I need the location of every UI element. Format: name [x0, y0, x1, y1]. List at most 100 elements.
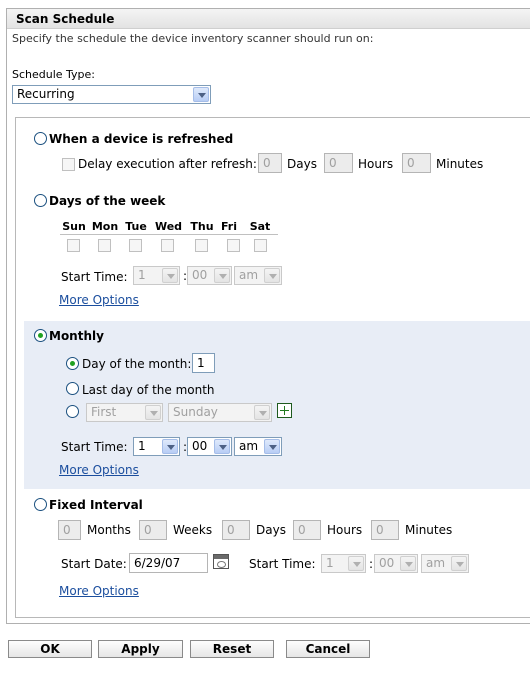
delay-execution-checkbox[interactable]	[62, 158, 75, 171]
monthly-ampm-value: am	[239, 439, 259, 453]
weekly-more-options-link[interactable]: More Options	[59, 293, 139, 307]
chevron-down-icon	[214, 268, 230, 283]
chevron-down-icon	[348, 556, 364, 571]
interval-minutes-input[interactable]: 0	[371, 520, 399, 540]
schedule-type-label: Schedule Type:	[12, 68, 96, 81]
day-header-tue: Tue	[125, 220, 147, 233]
monthly-ampm-select[interactable]: am	[234, 437, 282, 456]
day-header-mon: Mon	[91, 220, 119, 233]
interval-minute-value: 00	[379, 556, 395, 570]
monthly-minute-value: 00	[192, 439, 208, 453]
monthly-more-options-link[interactable]: More Options	[59, 463, 139, 477]
ordinal-select[interactable]: First	[86, 403, 163, 422]
ok-button[interactable]: OK	[8, 640, 92, 658]
chevron-down-icon	[145, 405, 161, 420]
chevron-down-icon	[162, 439, 178, 454]
schedule-type-select[interactable]: Recurring	[12, 85, 211, 104]
fixed-interval-label: Fixed Interval	[49, 498, 143, 512]
fixed-interval-radio[interactable]	[34, 498, 47, 511]
interval-hours-label: Hours	[327, 523, 363, 537]
chevron-down-icon	[264, 268, 280, 283]
interval-weeks-input[interactable]: 0	[139, 520, 167, 540]
monthly-radio[interactable]	[34, 329, 47, 342]
weekly-ampm-value: am	[239, 268, 259, 282]
chevron-down-icon	[264, 439, 280, 454]
monthly-hour-select[interactable]: 1	[133, 437, 180, 456]
day-checkbox-fri[interactable]	[227, 239, 240, 252]
day-checkbox-thu[interactable]	[195, 239, 208, 252]
delay-minutes-label: Minutes	[436, 157, 484, 171]
last-day-radio[interactable]	[66, 382, 79, 395]
day-of-month-radio[interactable]	[66, 357, 79, 370]
refreshed-label: When a device is refreshed	[49, 132, 234, 146]
days-of-week-label: Days of the week	[49, 194, 166, 208]
interval-ampm-value: am	[426, 556, 446, 570]
weekday-select[interactable]: Sunday	[168, 403, 272, 422]
day-header-divider	[60, 234, 278, 235]
day-of-month-input[interactable]: 1	[192, 353, 215, 373]
delay-hours-label: Hours	[358, 157, 394, 171]
reset-button[interactable]: Reset	[190, 640, 274, 658]
start-date-input[interactable]: 6/29/07	[129, 553, 208, 573]
day-header-sun: Sun	[62, 220, 86, 233]
interval-months-input[interactable]: 0	[58, 520, 81, 540]
interval-days-label: Days	[256, 523, 286, 537]
interval-start-time-label: Start Time:	[249, 557, 316, 571]
weekly-minute-value: 00	[192, 268, 208, 282]
day-checkbox-sun[interactable]	[67, 239, 80, 252]
chevron-down-icon	[451, 556, 467, 571]
delay-days-input[interactable]: 0	[258, 153, 282, 173]
refreshed-radio[interactable]	[34, 132, 47, 145]
panel-description: Specify the schedule the device inventor…	[12, 32, 374, 45]
day-checkbox-sat[interactable]	[254, 239, 267, 252]
interval-more-options-link[interactable]: More Options	[59, 584, 139, 598]
delay-days-label: Days	[287, 157, 317, 171]
interval-hour-value: 1	[326, 556, 334, 570]
schedule-type-value: Recurring	[17, 87, 75, 101]
delay-execution-label: Delay execution after refresh:	[78, 157, 257, 171]
last-day-label: Last day of the month	[82, 383, 215, 397]
weekday-value: Sunday	[173, 405, 218, 419]
ordinal-weekday-radio[interactable]	[66, 405, 79, 418]
interval-weeks-label: Weeks	[173, 523, 213, 537]
weekly-ampm-select[interactable]: am	[234, 266, 282, 285]
day-of-month-label: Day of the month:	[82, 357, 192, 371]
start-date-label: Start Date:	[61, 557, 127, 571]
day-header-thu: Thu	[190, 220, 214, 233]
delay-hours-input[interactable]: 0	[324, 153, 353, 173]
days-of-week-radio[interactable]	[34, 194, 47, 207]
chevron-down-icon	[162, 268, 178, 283]
chevron-down-icon	[254, 405, 270, 420]
interval-days-input[interactable]: 0	[222, 520, 250, 540]
interval-hour-select[interactable]: 1	[321, 554, 366, 573]
day-header-wed: Wed	[154, 220, 183, 233]
monthly-hour-value: 1	[138, 439, 146, 453]
ordinal-value: First	[91, 405, 117, 419]
day-header-sat: Sat	[249, 220, 271, 233]
cancel-button[interactable]: Cancel	[286, 640, 370, 658]
interval-minute-select[interactable]: 00	[374, 554, 418, 573]
monthly-label: Monthly	[49, 329, 104, 343]
time-separator: :	[369, 557, 374, 571]
day-checkbox-tue[interactable]	[129, 239, 142, 252]
weekly-minute-select[interactable]: 00	[187, 266, 232, 285]
chevron-down-icon	[214, 439, 230, 454]
calendar-icon[interactable]	[213, 554, 229, 569]
chevron-down-icon	[400, 556, 416, 571]
weekly-start-time-label: Start Time:	[61, 270, 128, 284]
weekly-hour-select[interactable]: 1	[133, 266, 180, 285]
apply-button[interactable]: Apply	[98, 640, 183, 658]
interval-minutes-label: Minutes	[405, 523, 453, 537]
day-header-fri: Fri	[220, 220, 237, 233]
interval-hours-input[interactable]: 0	[293, 520, 321, 540]
delay-minutes-input[interactable]: 0	[402, 153, 431, 173]
add-icon[interactable]	[277, 403, 292, 418]
panel-title: Scan Schedule	[16, 12, 115, 26]
monthly-minute-select[interactable]: 00	[187, 437, 232, 456]
day-checkbox-mon[interactable]	[98, 239, 111, 252]
interval-ampm-select[interactable]: am	[421, 554, 469, 573]
monthly-start-time-label: Start Time:	[61, 440, 128, 454]
day-checkbox-wed[interactable]	[161, 239, 174, 252]
interval-months-label: Months	[87, 523, 131, 537]
chevron-down-icon	[193, 87, 209, 102]
